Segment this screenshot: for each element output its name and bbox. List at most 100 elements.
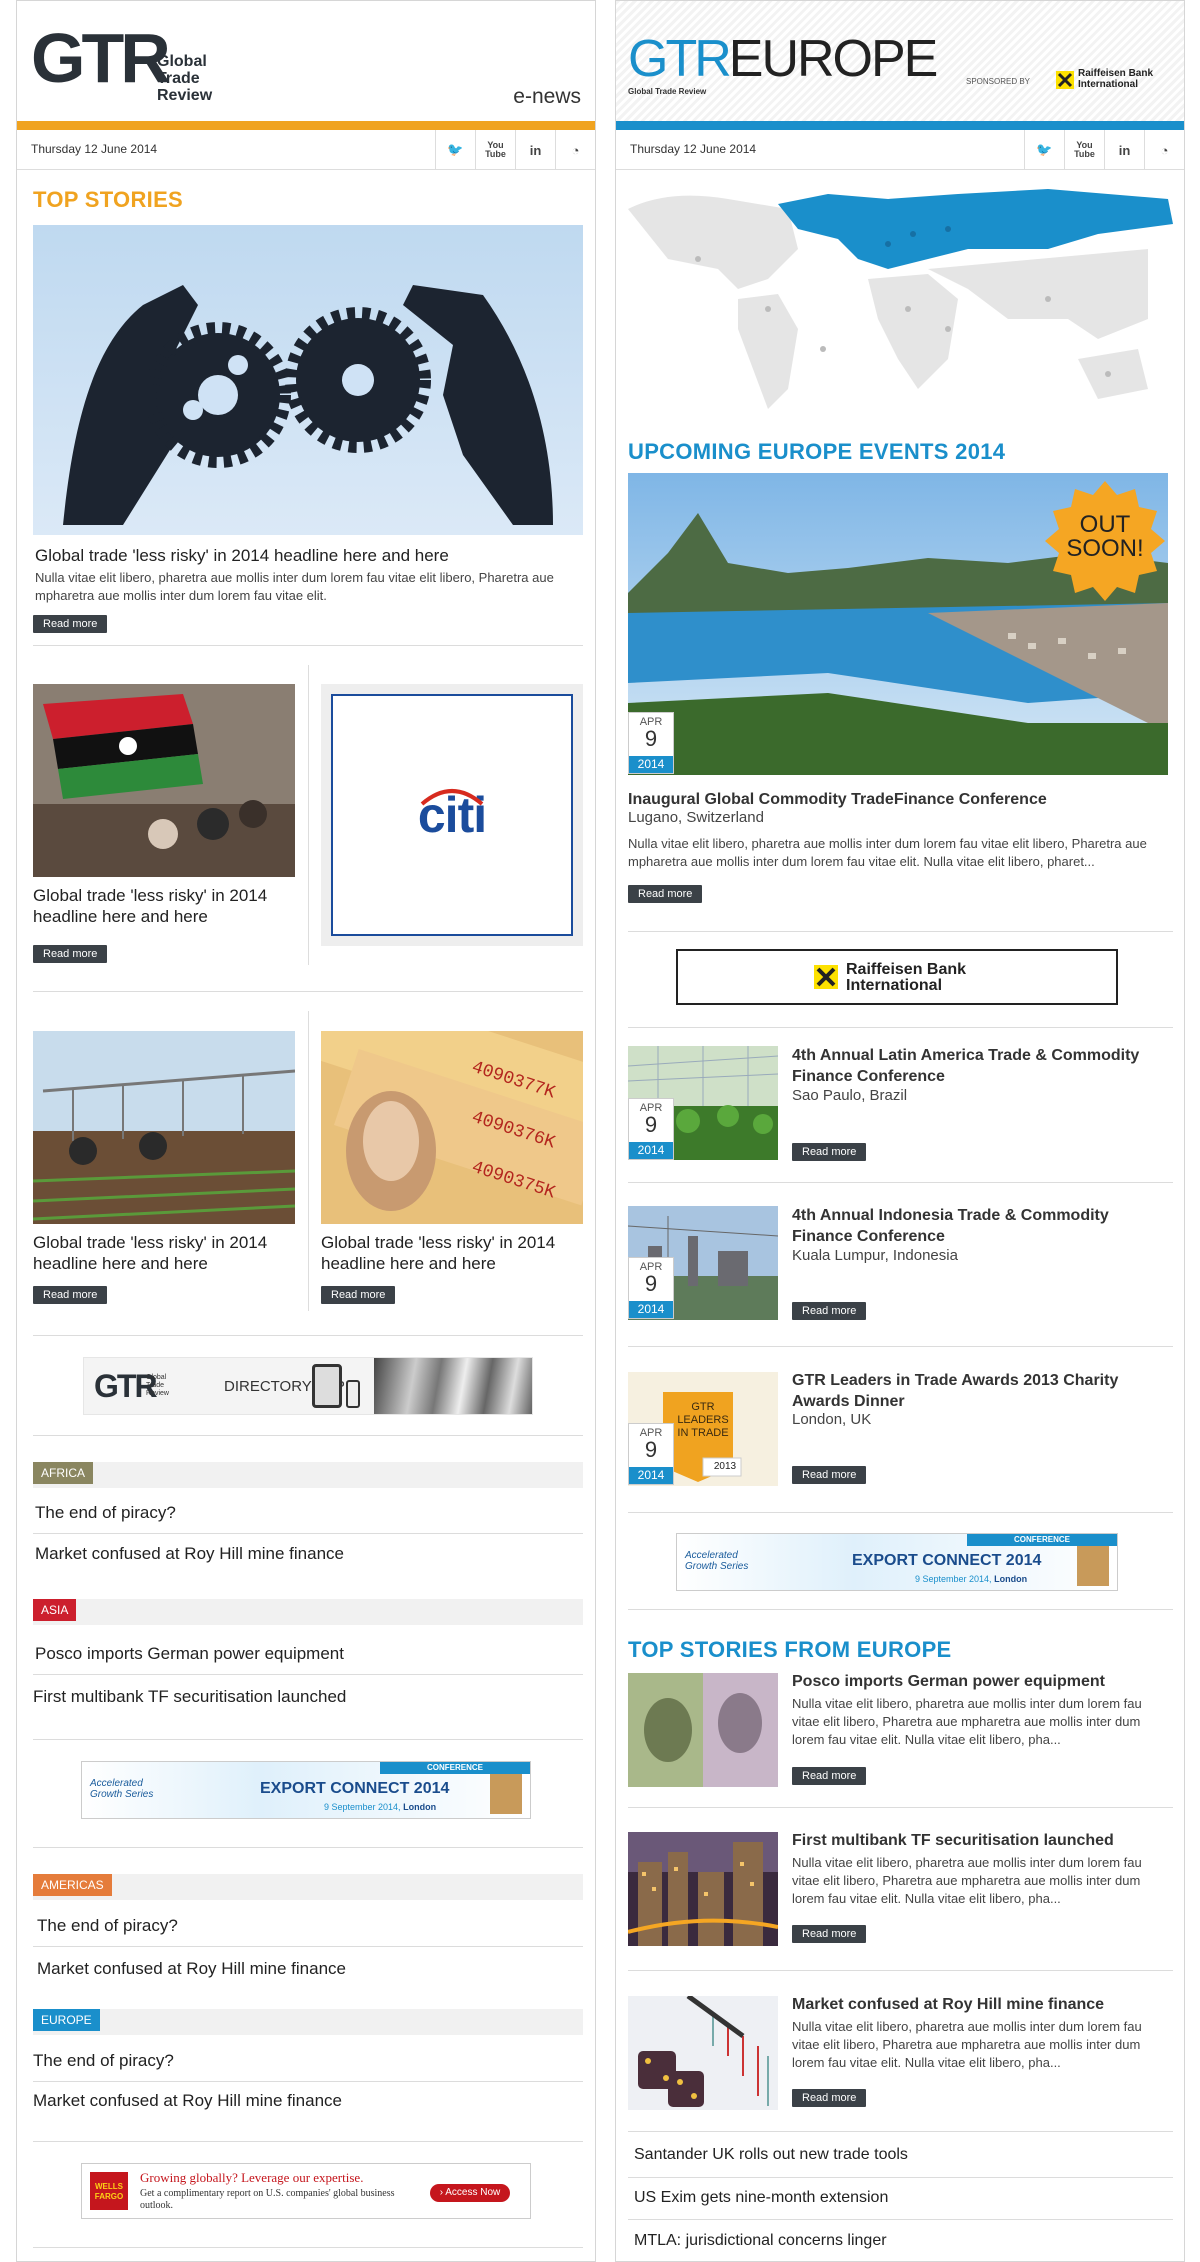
- more-link-3[interactable]: MTLA: jurisdictional concerns linger: [634, 2232, 887, 2250]
- wells-fargo-banner[interactable]: WELLS FARGO Growing globally? Leverage o…: [81, 2163, 531, 2219]
- europe-tag[interactable]: EUROPE: [33, 2009, 100, 2031]
- linkedin-icon[interactable]: in: [515, 130, 555, 170]
- lead-event-location: Lugano, Switzerland: [628, 809, 764, 826]
- linkedin-icon[interactable]: in: [1104, 130, 1144, 170]
- africa-link-2[interactable]: Market confused at Roy Hill mine finance: [35, 1544, 344, 1564]
- phone-icon: [346, 1380, 360, 1408]
- event-1-title[interactable]: 4th Annual Latin America Trade & Commodi…: [792, 1045, 1162, 1087]
- divider: [628, 1807, 1173, 1808]
- issue-date: Thursday 12 June 2014: [31, 142, 158, 156]
- event-3-title[interactable]: GTR Leaders in Trade Awards 2013 Charity…: [792, 1370, 1162, 1412]
- lead-story-read-more-button[interactable]: Read more: [33, 615, 108, 633]
- americas-link-1[interactable]: The end of piracy?: [37, 1916, 178, 1936]
- export-connect-banner[interactable]: CONFERENCE Accelerated Growth Series EXP…: [676, 1533, 1118, 1591]
- raiffeisen-banner[interactable]: Raiffeisen Bank International: [676, 949, 1118, 1005]
- asia-link-1[interactable]: Posco imports German power equipment: [35, 1644, 344, 1664]
- event-2-title[interactable]: 4th Annual Indonesia Trade & Commodity F…: [792, 1205, 1162, 1247]
- story-2-title[interactable]: First multibank TF securitisation launch…: [792, 1830, 1114, 1851]
- export-banner-title: EXPORT CONNECT 2014: [260, 1780, 450, 1797]
- top-stories-europe-heading: TOP STORIES FROM EUROPE: [628, 1637, 952, 1662]
- story-2-image[interactable]: [628, 1832, 778, 1946]
- more-link-2[interactable]: US Exim gets nine-month extension: [634, 2189, 888, 2207]
- asia-tag[interactable]: ASIA: [33, 1599, 77, 1621]
- americas-tag[interactable]: AMERICAS: [33, 1874, 112, 1896]
- story-3-image[interactable]: [33, 1031, 295, 1224]
- rss-icon[interactable]: ◔: [1144, 130, 1184, 170]
- story-1-read-more-button[interactable]: Read more: [792, 1767, 867, 1785]
- citi-ad[interactable]: citi: [321, 684, 583, 946]
- divider: [628, 1182, 1173, 1183]
- divider: [33, 1946, 583, 1947]
- story-3-body: Nulla vitae elit libero, pharetra aue mo…: [792, 2019, 1142, 2070]
- gtr-header: GTR Global Trade Review e-news: [17, 1, 595, 121]
- story-3-read-more-button[interactable]: Read more: [792, 2089, 867, 2107]
- americas-link-2[interactable]: Market confused at Roy Hill mine finance: [37, 1959, 346, 1979]
- africa-tag[interactable]: AFRICA: [33, 1462, 94, 1484]
- story-2-image[interactable]: [33, 684, 295, 877]
- divider: [628, 2177, 1173, 2178]
- edition-label: e-news: [513, 85, 581, 108]
- gtr-enews-panel: GTR Global Trade Review e-news Thursday 12…: [16, 0, 596, 2262]
- gtr-europe-panel: GTREUROPE Global Trade Review SPONSORED …: [615, 0, 1185, 2262]
- africa-link-1[interactable]: The end of piracy?: [35, 1503, 176, 1523]
- story-1-image[interactable]: [628, 1673, 778, 1787]
- event-1-read-more-button[interactable]: Read more: [792, 1143, 867, 1161]
- twitter-icon[interactable]: 🐦: [435, 130, 475, 170]
- social-links: 🐦 You Tube in ◔: [1024, 130, 1184, 170]
- lead-event-read-more-button[interactable]: Read more: [628, 885, 703, 903]
- directory-app-banner[interactable]: GTR Global Trade Review DIRECTORY APP: [83, 1357, 533, 1415]
- access-now-button[interactable]: › Access Now: [430, 2184, 510, 2202]
- divider: [33, 1847, 583, 1848]
- event-3-location: London, UK: [792, 1411, 872, 1428]
- awards-badge-year: 2013: [713, 1461, 737, 1472]
- youtube-icon[interactable]: You Tube: [475, 130, 515, 170]
- awards-badge-text: GTR LEADERS IN TRADE: [677, 1401, 729, 1439]
- gtr-logo[interactable]: GTR: [31, 23, 171, 93]
- story-4-read-more-button[interactable]: Read more: [321, 1286, 396, 1304]
- event-1-location: Sao Paulo, Brazil: [792, 1087, 908, 1104]
- event-2-read-more-button[interactable]: Read more: [792, 1302, 867, 1320]
- tablet-icon: [312, 1364, 342, 1408]
- citi-arc-icon: [420, 789, 484, 806]
- story-1-title[interactable]: Posco imports German power equipment: [792, 1671, 1105, 1692]
- europe-link-1[interactable]: The end of piracy?: [33, 2051, 174, 2071]
- event-3-read-more-button[interactable]: Read more: [792, 1466, 867, 1484]
- story-3-headline[interactable]: Global trade 'less risky' in 2014 headli…: [33, 1232, 303, 1274]
- twitter-icon[interactable]: 🐦: [1024, 130, 1064, 170]
- story-3-image[interactable]: [628, 1996, 778, 2110]
- europe-section-strip: [33, 2009, 583, 2035]
- europe-link-2[interactable]: Market confused at Roy Hill mine finance: [33, 2091, 342, 2111]
- divider: [628, 931, 1173, 932]
- export-connect-banner[interactable]: CONFERENCE Accelerated Growth Series EXP…: [81, 1761, 531, 1819]
- youtube-icon[interactable]: You Tube: [1064, 130, 1104, 170]
- export-banner-date: 9 September 2014, London: [915, 1574, 1028, 1584]
- lead-event-title[interactable]: Inaugural Global Commodity TradeFinance …: [628, 789, 1047, 810]
- divider: [33, 1739, 583, 1740]
- header-accent-bar: [17, 121, 595, 130]
- sponsor-name: Raiffeisen Bank International: [1078, 68, 1154, 90]
- lead-event-body: Nulla vitae elit libero, pharetra aue mo…: [628, 836, 1147, 869]
- social-links: 🐦 You Tube in ◔: [435, 130, 595, 170]
- story-2-headline[interactable]: Global trade 'less risky' in 2014 headli…: [33, 885, 303, 927]
- story-3-title[interactable]: Market confused at Roy Hill mine finance: [792, 1994, 1104, 2015]
- story-4-headline[interactable]: Global trade 'less risky' in 2014 headli…: [321, 1232, 591, 1274]
- lead-story-image[interactable]: [33, 225, 583, 535]
- dateline: Thursday 12 June 2014 🐦 You Tube in ◔: [17, 130, 595, 170]
- wells-fargo-subtext: Get a complimentary report on U.S. compa…: [140, 2188, 395, 2211]
- rss-icon[interactable]: ◔: [555, 130, 595, 170]
- divider: [628, 1970, 1173, 1971]
- gtr-europe-logo[interactable]: GTREUROPE: [628, 33, 938, 85]
- asia-link-2[interactable]: First multibank TF securitisation launch…: [33, 1687, 346, 1707]
- americas-section-strip: [33, 1874, 583, 1900]
- more-link-1[interactable]: Santander UK rolls out new trade tools: [634, 2146, 908, 2164]
- story-2-read-more-button[interactable]: Read more: [792, 1925, 867, 1943]
- lead-story-headline[interactable]: Global trade 'less risky' in 2014 headli…: [35, 545, 585, 566]
- raiffeisen-banner-icon: [814, 965, 838, 989]
- story-3-read-more-button[interactable]: Read more: [33, 1286, 108, 1304]
- europe-world-map[interactable]: [628, 189, 1173, 419]
- story-4-image[interactable]: 4090377K 4090376K 4090375K: [321, 1031, 583, 1224]
- gtr-europe-header: GTREUROPE Global Trade Review SPONSORED …: [616, 1, 1184, 121]
- story-2-body: Nulla vitae elit libero, pharetra aue mo…: [792, 1855, 1142, 1906]
- divider: [33, 2081, 583, 2082]
- story-2-read-more-button[interactable]: Read more: [33, 945, 108, 963]
